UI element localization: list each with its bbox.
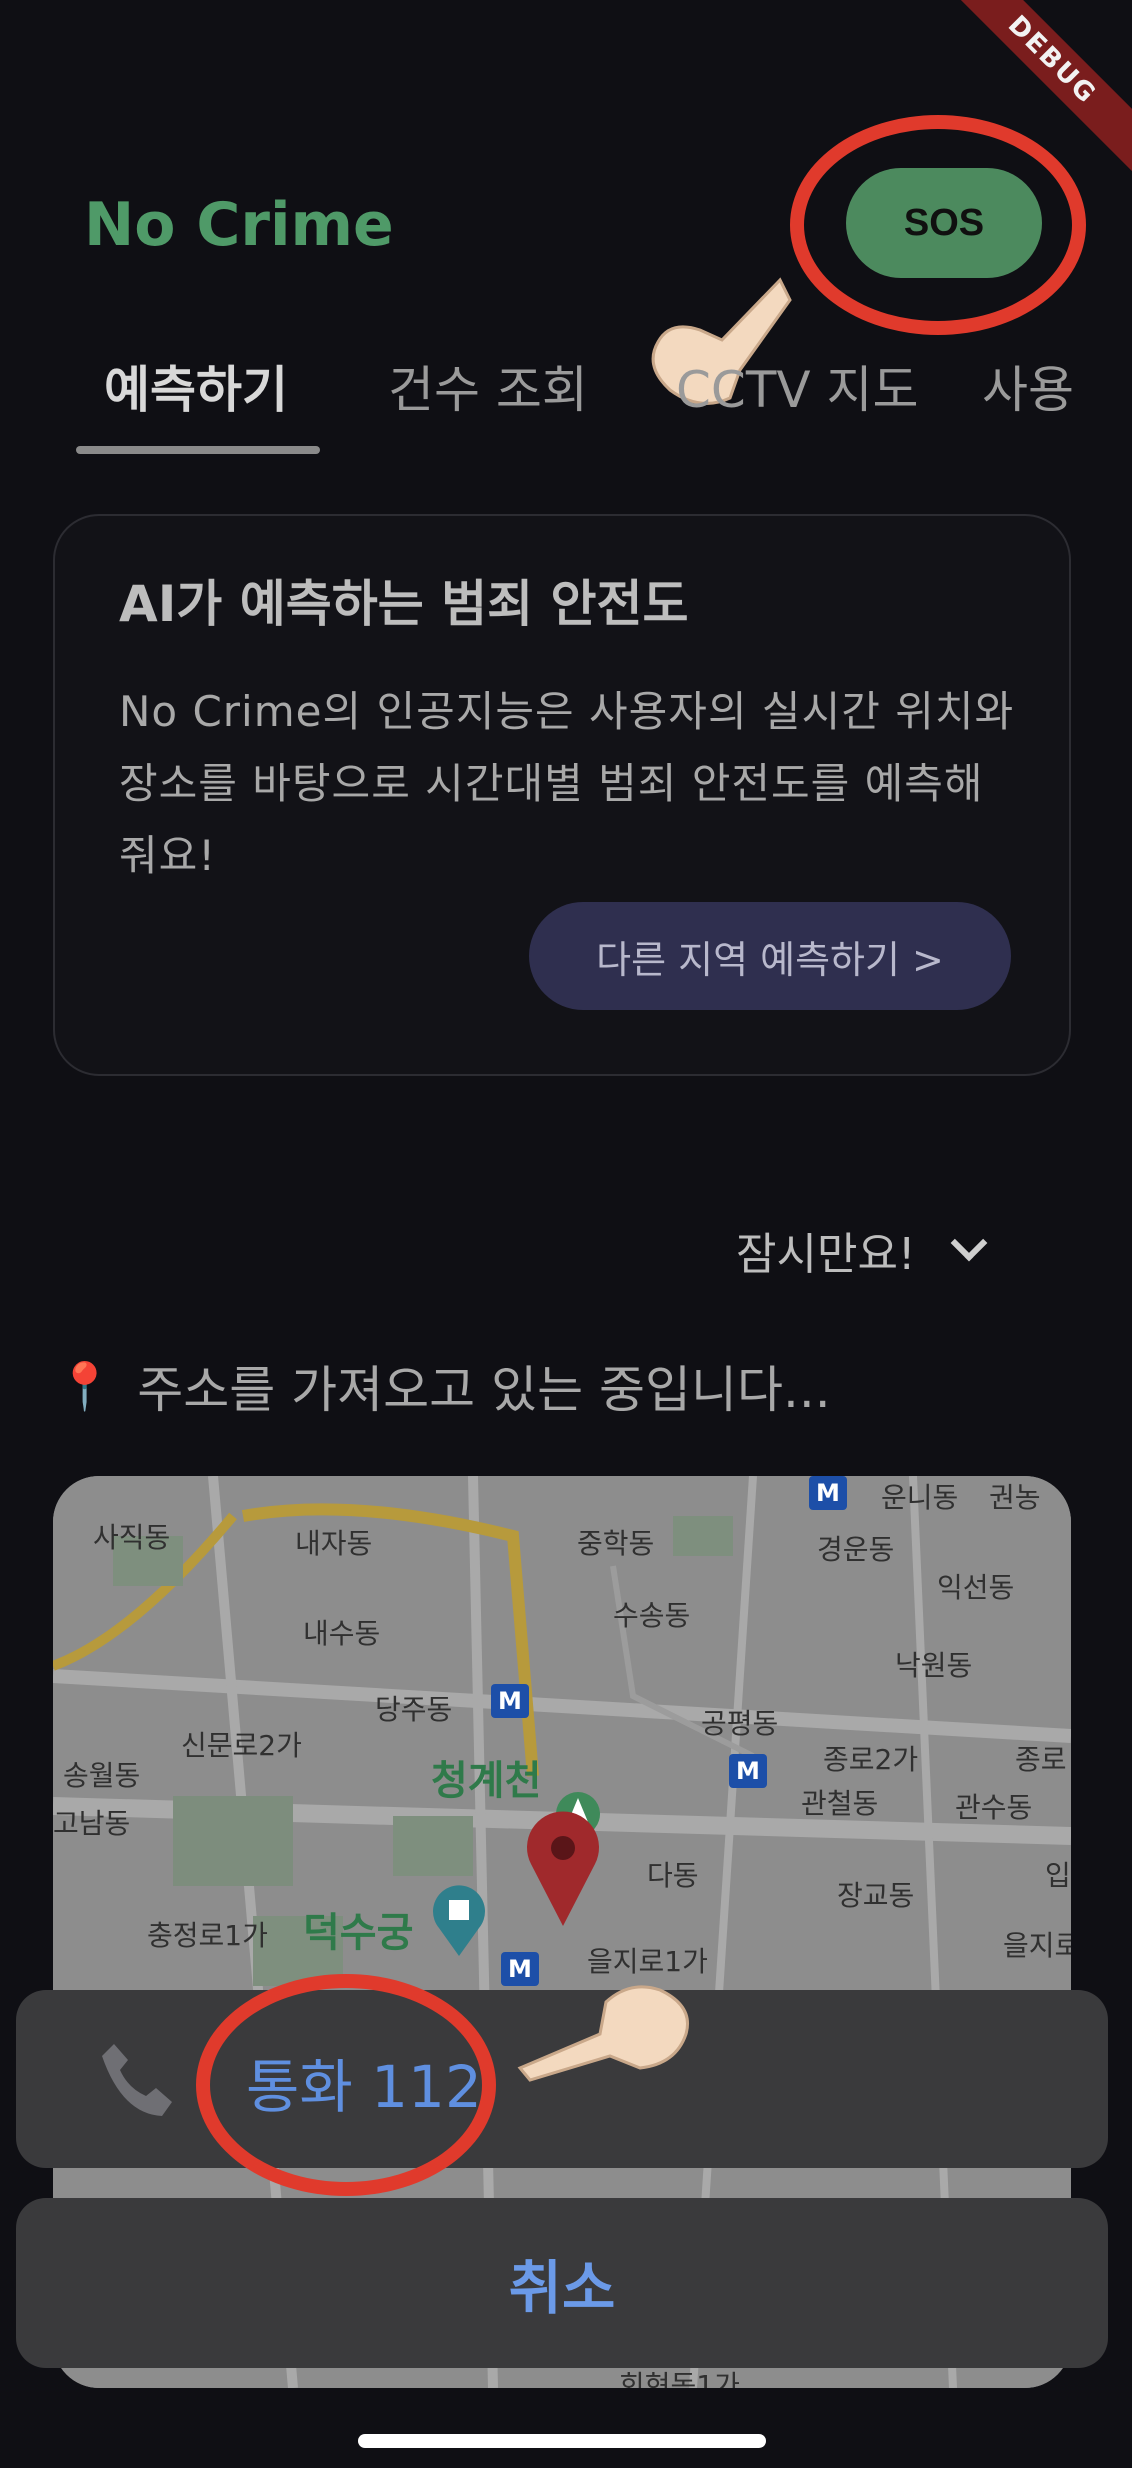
tab-cctv-map[interactable]: CCTV 지도: [676, 350, 918, 422]
map-label: 운니동: [881, 1481, 959, 1514]
map-label: 내자동: [295, 1527, 373, 1560]
map-label: 송월동: [63, 1759, 141, 1792]
annotation-circle-sos: [790, 115, 1086, 335]
map-label: 충정로1가: [147, 1919, 268, 1952]
map-label: 관철동: [801, 1787, 879, 1820]
map-label: 수송동: [613, 1599, 691, 1632]
time-select-value: 잠시만요!: [736, 1229, 916, 1280]
map-label: 을지로: [1003, 1929, 1071, 1962]
phone-icon: [102, 2044, 172, 2116]
annotation-circle-call: [196, 1974, 496, 2196]
prediction-card: AI가 예측하는 범죄 안전도 No Crime의 인공지능은 사용자의 실시간…: [53, 514, 1071, 1076]
palace-marker-icon: [433, 1885, 485, 1956]
card-description: No Crime의 인공지능은 사용자의 실시간 위치와 장소를 바탕으로 시간…: [119, 687, 1015, 880]
time-select-dropdown[interactable]: 잠시만요!: [736, 1218, 987, 1282]
map-label: 경운동: [817, 1533, 895, 1566]
map-label: 다동: [647, 1859, 699, 1892]
map-label: 당주동: [375, 1693, 453, 1726]
chevron-down-icon: [950, 1224, 987, 1262]
map-label: 사직동: [93, 1521, 171, 1554]
metro-station-icon: M: [809, 1476, 847, 1510]
tab-usage[interactable]: 사용: [982, 350, 1074, 422]
home-indicator[interactable]: [358, 2434, 766, 2448]
map-label: 관수동: [955, 1791, 1033, 1824]
map-label: 중학동: [577, 1527, 655, 1560]
cancel-button[interactable]: 취소: [16, 2198, 1108, 2368]
map-label: 신문로2가: [181, 1729, 302, 1762]
map-landmark-label: 청계천: [431, 1758, 542, 1804]
location-marker-icon: [527, 1811, 599, 1926]
map-label: 익선동: [937, 1571, 1015, 1604]
map-label: 입: [1045, 1859, 1071, 1892]
map-label: 내수동: [303, 1617, 381, 1650]
map-landmark-label: 덕수궁: [303, 1910, 414, 1956]
map-label: 종로2가: [823, 1743, 919, 1776]
app-title: No Crime: [84, 190, 394, 260]
map-label: 고남동: [53, 1807, 131, 1840]
address-row: 📍 주소를 가져오고 있는 중입니다...: [56, 1350, 831, 1422]
tab-predict[interactable]: 예측하기: [104, 350, 288, 422]
address-text: 주소를 가져오고 있는 중입니다...: [137, 1361, 831, 1419]
tab-count-lookup[interactable]: 건수 조회: [388, 350, 588, 422]
pointing-hand-icon: [517, 1985, 689, 2082]
map-label: 공평동: [701, 1707, 779, 1740]
active-tab-indicator: [76, 446, 320, 454]
map-label: 권농: [989, 1481, 1041, 1514]
predict-other-region-button[interactable]: 다른 지역 예측하기 >: [529, 902, 1011, 1010]
metro-station-icon: M: [729, 1754, 767, 1788]
metro-station-icon: M: [491, 1684, 529, 1718]
location-pin-icon: 📍: [56, 1358, 114, 1413]
map-label: 낙원동: [895, 1649, 973, 1682]
map-label: 장교동: [837, 1879, 915, 1912]
map-label: 종로: [1015, 1743, 1067, 1776]
tab-bar: 예측하기 건수 조회 CCTV 지도 사용: [0, 340, 1132, 460]
card-title: AI가 예측하는 범죄 안전도: [119, 575, 689, 633]
